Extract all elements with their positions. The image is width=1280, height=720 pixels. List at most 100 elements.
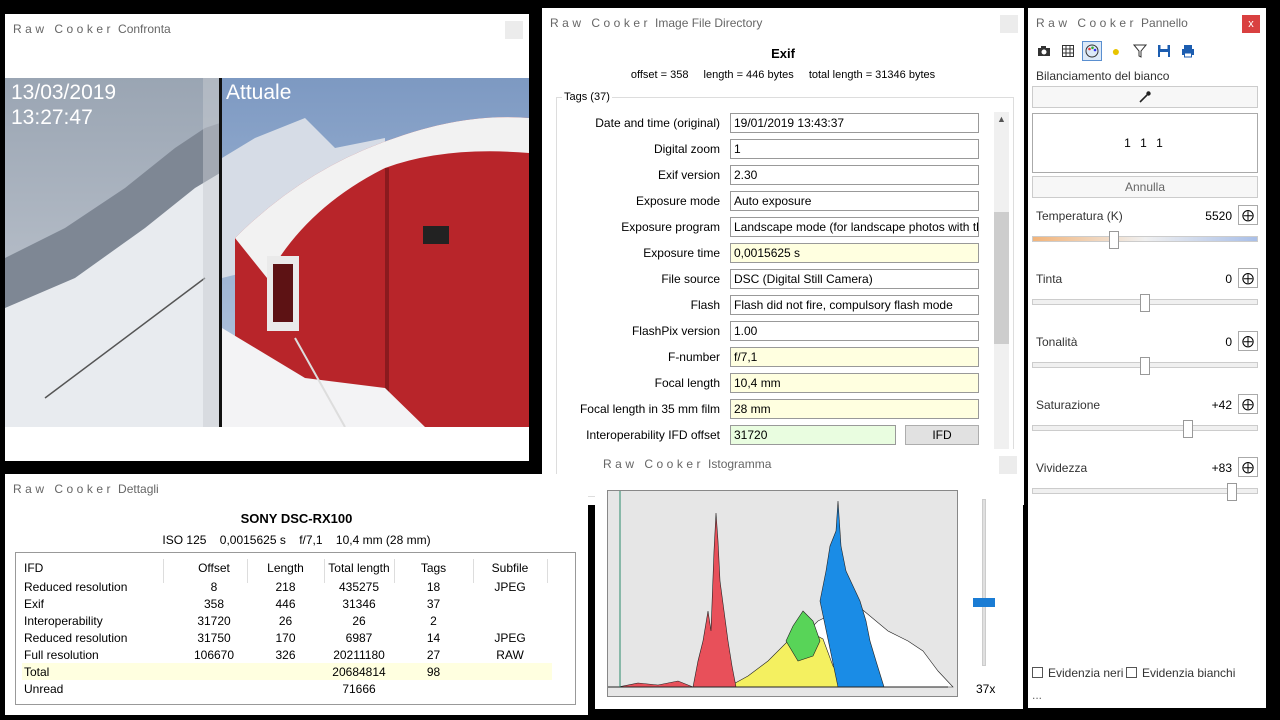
histogram-plot — [607, 490, 958, 697]
save-icon[interactable] — [1154, 41, 1174, 61]
tag-row: FlashPix version 1.00 — [542, 321, 1002, 341]
saturation-slider[interactable] — [1032, 420, 1258, 438]
table-row-total[interactable]: Total 20684814 98 — [22, 663, 552, 680]
tag-row: F-number f/7,1 — [542, 347, 1002, 367]
tint-slider[interactable] — [1032, 294, 1258, 312]
hue-slider[interactable] — [1032, 357, 1258, 375]
wb-values: 1 1 1 — [1032, 113, 1258, 173]
tag-row: File source DSC (Digital Still Camera) — [542, 269, 1002, 289]
tag-value-field[interactable]: 31720 — [730, 425, 896, 445]
photo-label-current: Attuale — [226, 81, 292, 104]
scroll-up-icon[interactable]: ▲ — [997, 114, 1006, 124]
tag-value-field[interactable]: 2.30 — [730, 165, 979, 185]
window-title: Raw Cooker Istogramma — [603, 457, 772, 471]
crosshair-icon[interactable]: ⨁ — [1238, 394, 1258, 414]
slider-thumb[interactable] — [1140, 294, 1150, 312]
table-row[interactable]: Interoperability 31720 26 26 2 — [22, 612, 552, 629]
ifd-offset: offset = 358 — [630, 69, 689, 81]
highlight-whites-checkbox[interactable]: Evidenzia bianchi — [1126, 666, 1235, 680]
compare-photo[interactable]: 13/03/2019 13:27:47 Attuale — [5, 78, 529, 427]
tag-row: Date and time (original) 19/01/2019 13:43… — [542, 113, 1002, 133]
slider-thumb[interactable] — [1227, 483, 1238, 501]
tag-value-field[interactable]: DSC (Digital Still Camera) — [730, 269, 979, 289]
zoom-level: 37x — [976, 682, 996, 696]
zoom-slider[interactable] — [982, 499, 986, 666]
iso-value: ISO 125 — [162, 533, 207, 547]
close-button[interactable] — [1000, 15, 1018, 33]
tag-row: Exif version 2.30 — [542, 165, 1002, 185]
slider-value-hue: 0 — [1225, 335, 1232, 349]
ifd-heading: Exif — [771, 46, 795, 61]
ifd-link-button[interactable]: IFD — [905, 425, 979, 445]
table-row[interactable]: Reduced resolution 31750 170 6987 14 JPE… — [22, 629, 552, 646]
tag-value-field[interactable]: Landscape mode (for landscape photos wit… — [730, 217, 979, 237]
slider-label-tint: Tinta — [1036, 272, 1063, 286]
tag-row: Flash Flash did not fire, compulsory flas… — [542, 295, 1002, 315]
table-row[interactable]: Reduced resolution 8 218 435275 18 JPEG — [22, 578, 552, 595]
slider-value-vibrance: +83 — [1211, 461, 1232, 475]
eyedropper-button[interactable] — [1032, 86, 1258, 108]
tag-value-field[interactable]: 28 mm — [730, 399, 979, 419]
slider-thumb[interactable] — [1182, 420, 1193, 438]
slider-label-vibrance: Vividezza — [1036, 461, 1088, 475]
close-button[interactable]: x — [1242, 15, 1260, 33]
tag-row: Focal length in 35 mm film 28 mm — [542, 399, 1002, 419]
tag-row: Exposure mode Auto exposure — [542, 191, 1002, 211]
zoom-slider-thumb[interactable] — [973, 597, 995, 607]
ifd-total-length: total length = 31346 bytes — [808, 69, 936, 81]
table-row[interactable]: Exif 358 446 31346 37 — [22, 595, 552, 612]
tag-value-field[interactable]: Flash did not fire, compulsory flash mod… — [730, 295, 979, 315]
print-icon[interactable] — [1178, 41, 1198, 61]
photo-date: 13/03/2019 — [11, 81, 117, 104]
tags-scrollbar[interactable]: ▲ — [994, 112, 1009, 494]
temperature-slider[interactable] — [1032, 231, 1258, 249]
tag-row: Digital zoom 1 — [542, 139, 1002, 159]
ifd-info: offset = 358 length = 446 bytes total le… — [542, 69, 1024, 81]
highlight-blacks-checkbox[interactable]: Evidenzia neri — [1032, 666, 1123, 680]
grid-icon[interactable] — [1058, 41, 1078, 61]
eyedropper-icon — [1139, 91, 1151, 103]
tag-value-field[interactable]: 10,4 mm — [730, 373, 979, 393]
slider-thumb[interactable] — [1108, 231, 1119, 249]
crosshair-icon[interactable]: ⨁ — [1238, 268, 1258, 288]
filter-icon[interactable] — [1130, 41, 1150, 61]
camera-icon[interactable] — [1034, 41, 1054, 61]
crosshair-icon[interactable]: ⨁ — [1238, 331, 1258, 351]
ifd-table: IFD Offset Length Total length Tags Subf… — [15, 552, 576, 705]
wb-label: Bilanciamento del bianco — [1036, 69, 1170, 83]
checkbox-icon — [1126, 667, 1137, 678]
crosshair-icon[interactable]: ⨁ — [1238, 457, 1258, 477]
cancel-button[interactable]: Annulla — [1032, 176, 1258, 198]
compare-window: Raw Cooker Confronta 13/03/2019 13:27:47… — [5, 14, 529, 461]
tag-value-field[interactable]: 0,0015625 s — [730, 243, 979, 263]
tag-value-field[interactable]: 19/01/2019 13:43:37 — [730, 113, 979, 133]
tag-value-field[interactable]: 1.00 — [730, 321, 979, 341]
table-row[interactable]: Unread 71666 — [22, 680, 552, 697]
close-button[interactable] — [999, 456, 1017, 474]
tag-row: Interoperability IFD offset 31720 IFD — [542, 425, 1002, 445]
tag-row: Exposure time 0,0015625 s — [542, 243, 1002, 263]
tag-value-field[interactable]: Auto exposure — [730, 191, 979, 211]
slider-thumb[interactable] — [1140, 357, 1150, 375]
window-title: Raw Cooker Dettagli — [13, 482, 159, 496]
slider-value-tint: 0 — [1225, 272, 1232, 286]
tag-row: Exposure program Landscape mode (for land… — [542, 217, 1002, 237]
window-title: Raw Cooker Confronta — [13, 22, 171, 36]
tags-legend: Tags (37) — [562, 91, 612, 103]
slider-label-saturation: Saturazione — [1036, 398, 1101, 412]
scrollbar-thumb[interactable] — [994, 212, 1009, 344]
checkbox-icon — [1032, 667, 1043, 678]
focal-value: 10,4 mm (28 mm) — [335, 533, 431, 547]
vibrance-slider[interactable] — [1032, 483, 1258, 501]
ifd-length: length = 446 bytes — [703, 69, 794, 81]
tag-value-field[interactable]: 1 — [730, 139, 979, 159]
hist-red — [692, 512, 737, 688]
crosshair-icon[interactable]: ⨁ — [1238, 205, 1258, 225]
photo-time: 13:27:47 — [11, 106, 93, 129]
table-row[interactable]: Full resolution 106670 326 20211180 27 R… — [22, 646, 552, 663]
palette-icon[interactable] — [1082, 41, 1102, 61]
bulb-icon[interactable]: ● — [1106, 41, 1126, 61]
photo-graphic — [5, 78, 529, 427]
tag-value-field[interactable]: f/7,1 — [730, 347, 979, 367]
close-button[interactable] — [505, 21, 523, 39]
